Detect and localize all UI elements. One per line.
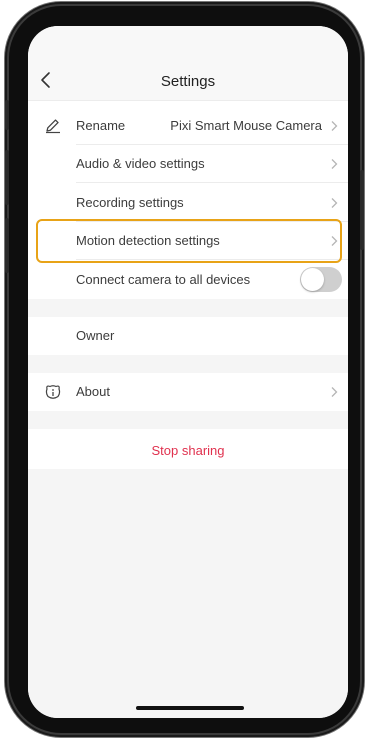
- pencil-icon: [46, 119, 60, 134]
- toggle-knob: [301, 268, 324, 291]
- chevron-right-icon: [331, 387, 338, 397]
- chevron-right-icon: [331, 121, 338, 131]
- navigation-bar: Settings: [28, 26, 348, 101]
- about-label: About: [76, 384, 110, 399]
- stop-sharing-row: Stop sharing: [28, 429, 348, 469]
- connect-all-devices-row: Connect camera to all devices: [28, 261, 348, 299]
- owner-row: Owner: [28, 317, 348, 355]
- recording-settings-row[interactable]: Recording settings: [28, 184, 348, 222]
- app-screen: Settings Rename Pixi Smart Mouse Camera …: [28, 26, 348, 718]
- chevron-right-icon: [331, 198, 338, 208]
- power-button: [360, 170, 364, 250]
- audio-video-settings-row[interactable]: Audio & video settings: [28, 145, 348, 183]
- section-gap: [28, 411, 348, 429]
- section-gap: [28, 299, 348, 317]
- volume-up-button: [5, 150, 9, 205]
- owner-label: Owner: [76, 328, 115, 343]
- home-indicator[interactable]: [136, 706, 244, 710]
- chevron-right-icon: [331, 159, 338, 169]
- stop-sharing-button[interactable]: Stop sharing: [28, 443, 348, 458]
- connect-all-devices-label: Connect camera to all devices: [76, 272, 251, 287]
- about-row[interactable]: About: [28, 373, 348, 411]
- empty-area: [28, 469, 348, 718]
- page-title: Settings: [160, 73, 216, 90]
- connect-all-devices-toggle[interactable]: [300, 267, 342, 292]
- volume-down-button: [5, 218, 9, 273]
- recording-settings-label: Recording settings: [76, 195, 184, 210]
- section-gap: [28, 355, 348, 373]
- camera-name-value: Pixi Smart Mouse Camera: [170, 118, 322, 133]
- rename-label: Rename: [76, 118, 126, 133]
- info-icon: [45, 385, 61, 399]
- audio-video-settings-label: Audio & video settings: [76, 156, 205, 171]
- row-divider: [76, 182, 348, 183]
- rename-row[interactable]: Rename Pixi Smart Mouse Camera: [28, 107, 348, 145]
- highlight-outline: [36, 219, 342, 263]
- mute-switch: [5, 100, 9, 130]
